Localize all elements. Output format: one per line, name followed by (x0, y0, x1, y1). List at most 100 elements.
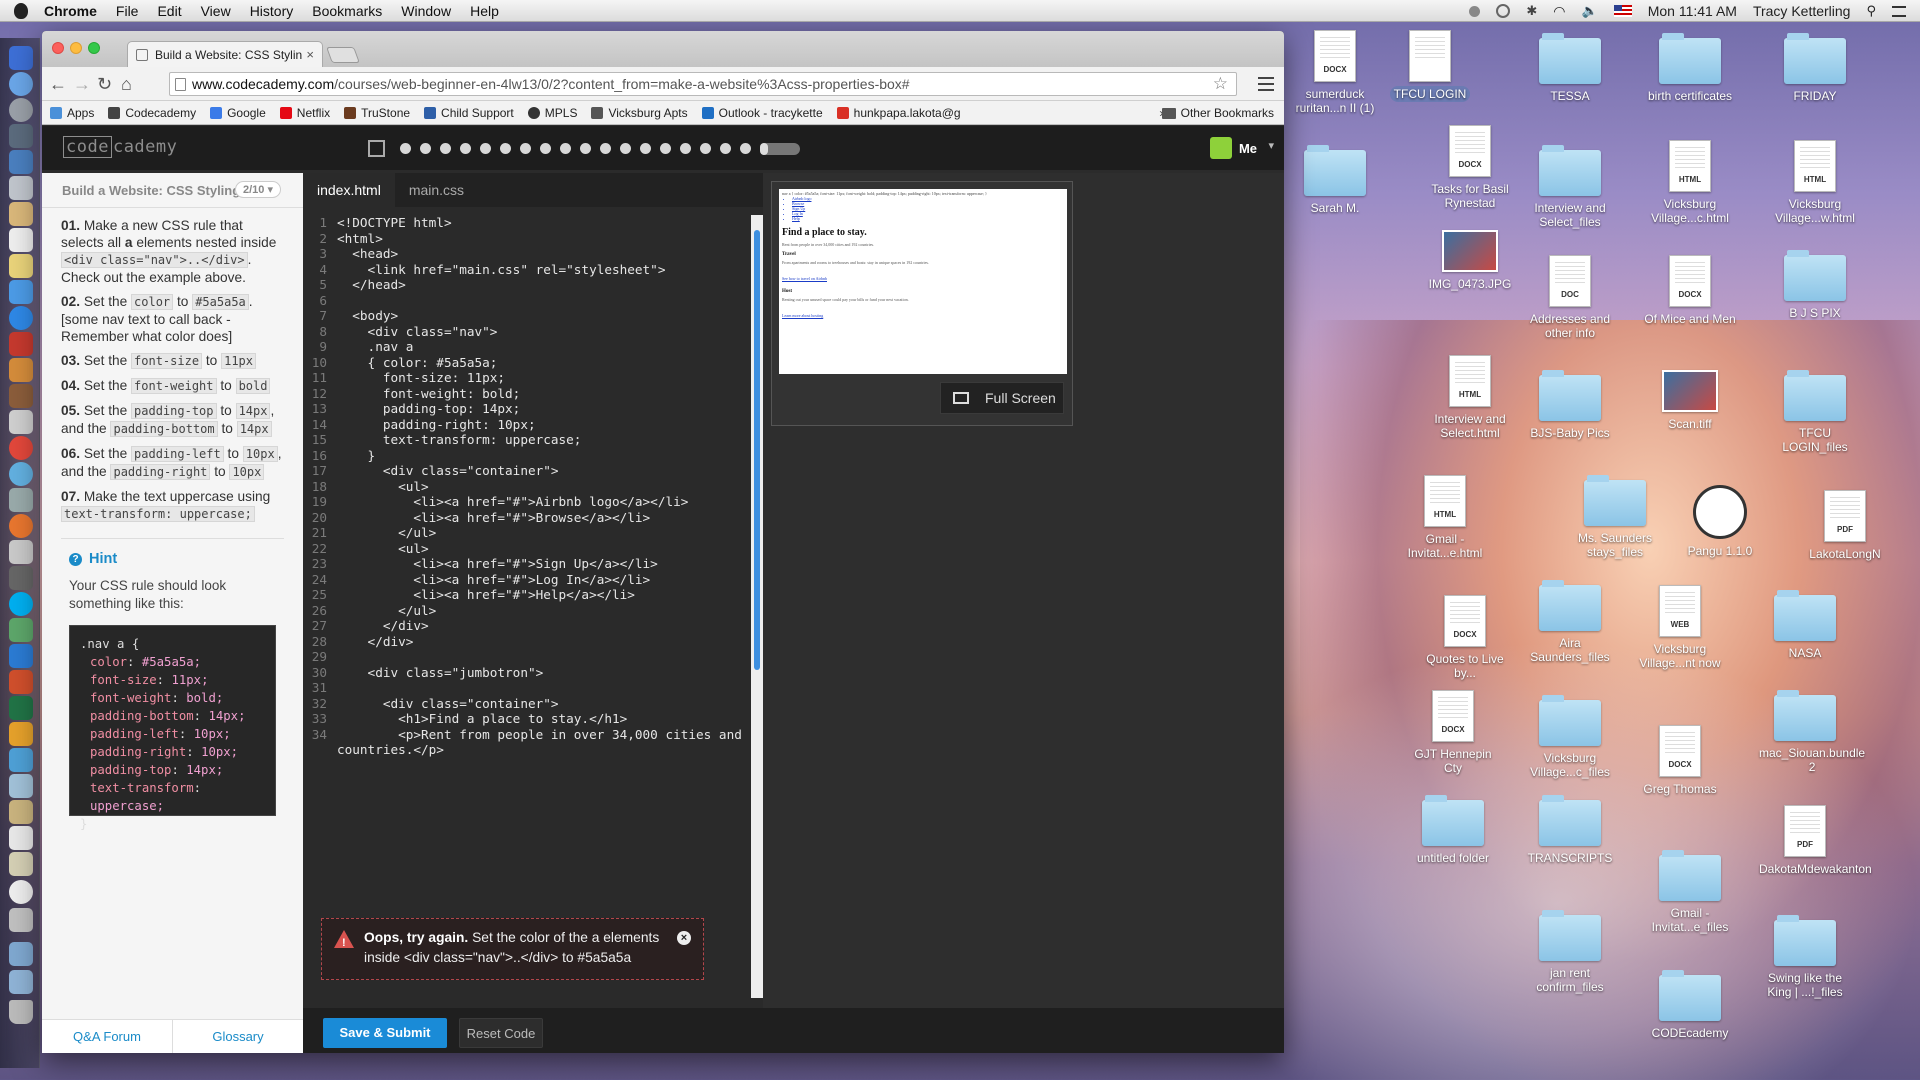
desktop-item[interactable]: DOCX Tasks for Basil Rynestad (1420, 125, 1520, 211)
save-submit-button[interactable]: Save & Submit Code (323, 1018, 447, 1048)
preview-travel-link[interactable]: See how to travel on Airbnb (782, 276, 827, 281)
close-icon[interactable]: × (677, 931, 691, 945)
avatar[interactable] (1210, 137, 1232, 159)
bookmark-star-icon[interactable]: ☆ (1213, 73, 1228, 95)
excel-icon[interactable] (9, 696, 33, 720)
hint-toggle[interactable]: ? Hint (69, 551, 284, 568)
reload-icon[interactable]: ↻ (97, 75, 112, 93)
code-text-area[interactable]: 1 <!DOCTYPE html> 2 <html> 3 <head> 4 <link h… (303, 215, 749, 1008)
progress-dot[interactable] (420, 143, 431, 154)
editor-scrollbar[interactable] (751, 215, 763, 998)
bookmark-child-support[interactable]: Child Support (424, 106, 514, 120)
desktop-item[interactable]: CODEcademy (1640, 970, 1740, 1041)
desktop-item[interactable]: Pangu 1.1.0 (1670, 485, 1770, 559)
desktop-item[interactable]: Swing like the King | ...!_files (1755, 915, 1855, 1000)
desktop-item[interactable]: Interview and Select_files (1520, 145, 1620, 230)
chrome-icon[interactable] (9, 436, 33, 460)
progress-dot[interactable] (400, 143, 411, 154)
network-icon[interactable] (9, 462, 33, 486)
bookmark-vicksburg-apts[interactable]: Vicksburg Apts (591, 106, 688, 120)
desktop-item[interactable]: TRANSCRIPTS (1520, 795, 1620, 866)
app-icon-blue[interactable] (9, 748, 33, 772)
glossary-link[interactable]: Glossary (173, 1020, 303, 1053)
desktop-item[interactable]: Vicksburg Village...c_files (1520, 695, 1620, 780)
zoom-window-button[interactable] (88, 42, 100, 54)
reset-code-button[interactable]: Reset Code (459, 1018, 543, 1048)
menu-file[interactable]: File (116, 3, 139, 19)
desktop-item[interactable]: untitled folder (1403, 795, 1503, 866)
menu-edit[interactable]: Edit (157, 3, 181, 19)
wifi-icon[interactable]: ◠ (1553, 3, 1565, 20)
desktop-item[interactable]: Ms. Saunders stays_files (1565, 475, 1665, 560)
browser-tab-active[interactable]: Build a Website: CSS Styling × (127, 41, 323, 67)
other-bookmarks[interactable]: Other Bookmarks (1161, 101, 1274, 124)
full-screen-button[interactable]: Full Screen (940, 382, 1064, 414)
menu-help[interactable]: Help (470, 3, 499, 19)
address-bar[interactable]: www.codecademy.com/courses/web-beginner-… (169, 72, 1237, 96)
time-machine-icon[interactable] (1496, 4, 1511, 18)
bookmark-trustone[interactable]: TruStone (344, 106, 410, 120)
desktop-item[interactable]: DOCX GJT Hennepin Cty (1403, 690, 1503, 776)
ibooks-icon[interactable] (9, 358, 33, 382)
downloads-stack-icon[interactable] (9, 942, 33, 966)
tab-close-icon[interactable]: × (306, 47, 314, 62)
bookmark-outlook[interactable]: Outlook - tracykette (701, 106, 823, 120)
launchpad-icon[interactable] (9, 98, 33, 122)
app-icon-grey[interactable] (9, 908, 33, 932)
word-icon[interactable] (9, 644, 33, 668)
progress-dot[interactable] (480, 143, 491, 154)
chrome-menu-icon[interactable] (1258, 77, 1274, 91)
skype-icon[interactable] (9, 592, 33, 616)
preview-icon[interactable] (9, 150, 33, 174)
menu-history[interactable]: History (250, 3, 294, 19)
menubar-clock[interactable]: Mon 11:41 AM (1648, 3, 1737, 19)
course-map-icon[interactable] (368, 140, 385, 157)
desktop-item[interactable]: Scan.tiff (1640, 370, 1740, 432)
desktop-item[interactable]: TESSA (1520, 33, 1620, 104)
desktop-item[interactable]: PDF LakotaLongN (1795, 490, 1895, 562)
bookmark-mpls[interactable]: MPLS (527, 106, 577, 120)
app-icon-tan[interactable] (9, 852, 33, 876)
safari-icon[interactable] (9, 72, 33, 96)
notification-icon[interactable] (1469, 5, 1481, 17)
bookmark-codecademy[interactable]: Codecademy (108, 106, 196, 120)
app-store-icon[interactable] (9, 280, 33, 304)
progress-dot[interactable] (580, 143, 591, 154)
firefox-icon[interactable] (9, 514, 33, 538)
progress-dot[interactable] (560, 143, 571, 154)
menubar-user[interactable]: Tracy Ketterling (1753, 3, 1851, 19)
progress-dot[interactable] (660, 143, 671, 154)
progress-dot[interactable] (520, 143, 531, 154)
progress-dot[interactable] (720, 143, 731, 154)
desktop-item[interactable]: FRIDAY (1765, 33, 1865, 104)
desktop-item[interactable]: DOCX Greg Thomas (1630, 725, 1730, 797)
desktop-item[interactable]: jan rent confirm_files (1520, 910, 1620, 995)
forward-arrow-icon[interactable]: → (73, 75, 91, 93)
desktop-item[interactable]: mac_Siouan.bundle 2 (1755, 690, 1865, 775)
bookmark-gmail[interactable]: hunkpapa.lakota@g (836, 106, 961, 120)
progress-dot[interactable] (540, 143, 551, 154)
desktop-item[interactable]: DOCX sumerduck ruritan...n II (1) (1285, 30, 1385, 116)
powerpoint-icon[interactable] (9, 670, 33, 694)
input-source-flag-icon[interactable] (1613, 5, 1632, 17)
desktop-item[interactable]: Gmail - Invitat...e_files (1640, 850, 1740, 935)
outlook-icon[interactable] (9, 722, 33, 746)
photo-booth-icon[interactable] (9, 332, 33, 356)
progress-dot[interactable] (640, 143, 651, 154)
spotlight-icon[interactable]: ⚲ (1866, 3, 1876, 19)
desktop-item[interactable]: WEB Vicksburg Village...nt now (1630, 585, 1730, 671)
calendar-icon[interactable] (9, 228, 33, 252)
preview-page[interactable]: nav a { color: #5a5a5a; font-size: 11px;… (779, 189, 1067, 374)
desktop-item[interactable]: TFCU LOGIN (1380, 30, 1480, 102)
menu-bookmarks[interactable]: Bookmarks (312, 3, 382, 19)
app-icon-white[interactable] (9, 826, 33, 850)
bookmark-google[interactable]: Google (210, 106, 266, 120)
desktop-item[interactable]: HTML Interview and Select.html (1420, 355, 1520, 441)
chevron-down-icon[interactable]: ▾ (1268, 139, 1274, 152)
documents-stack-icon[interactable] (9, 970, 33, 994)
desktop-item[interactable]: HTML Vicksburg Village...c.html (1640, 140, 1740, 226)
progress-dot[interactable] (600, 143, 611, 154)
desktop-item[interactable]: birth certificates (1640, 33, 1740, 104)
apple-icon[interactable] (14, 2, 28, 19)
app-icon-gold[interactable] (9, 800, 33, 824)
